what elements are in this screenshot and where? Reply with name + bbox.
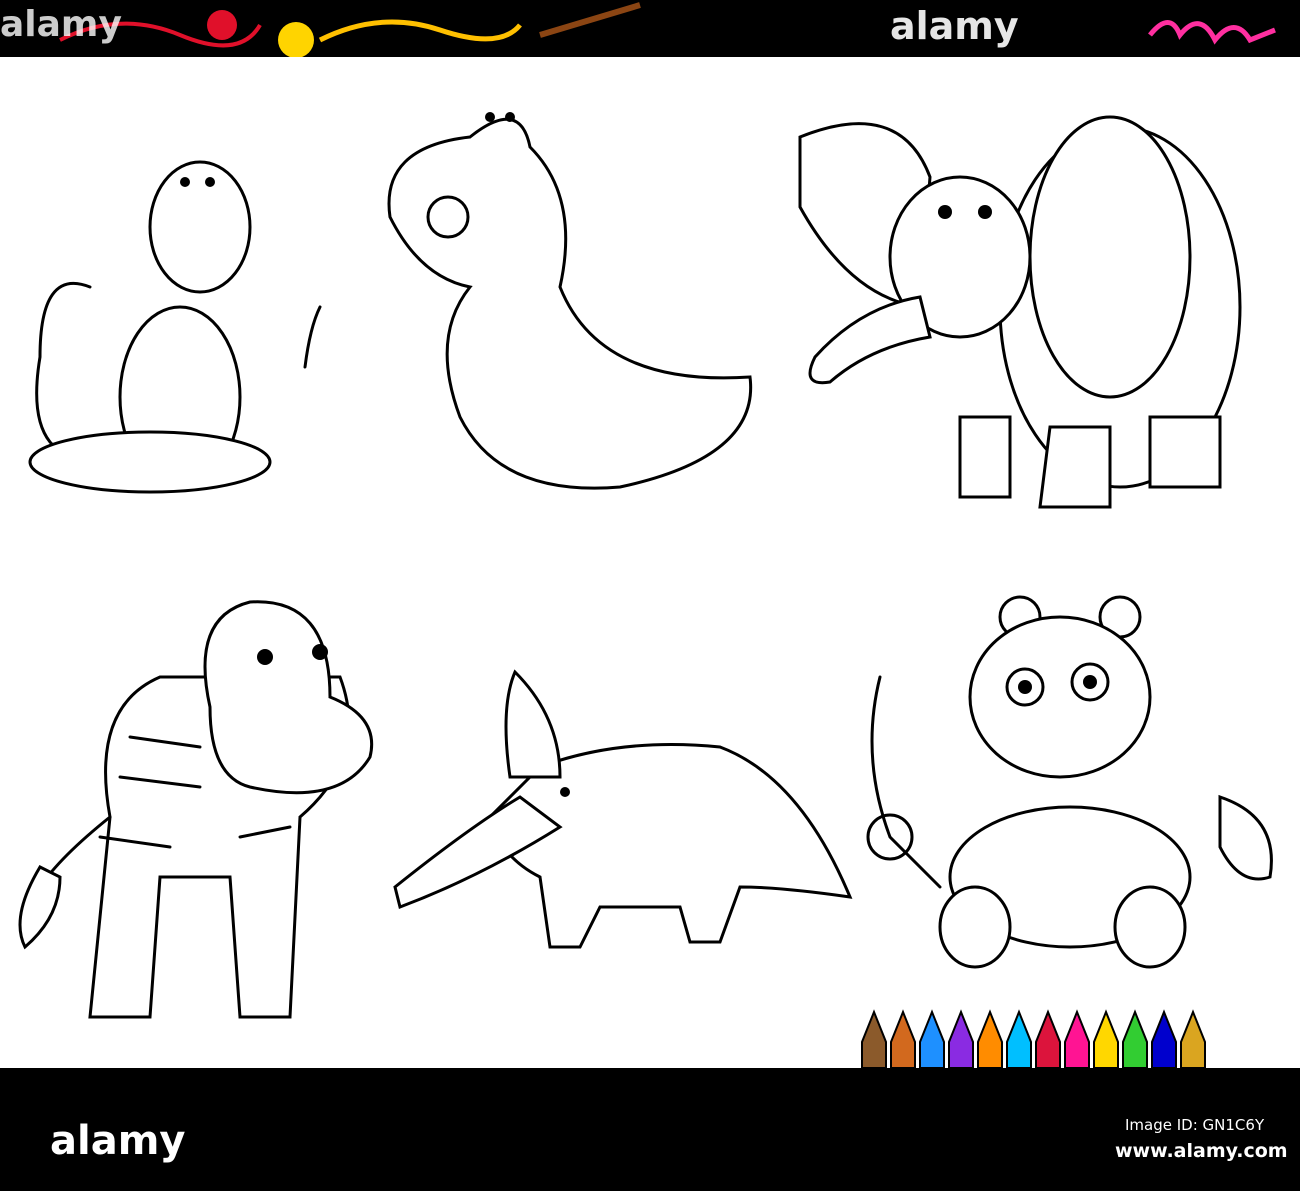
pencil <box>1180 1009 1206 1068</box>
pencil <box>1064 1009 1090 1068</box>
monkey-drawing <box>28 160 322 494</box>
footer-banner: alamy Image ID: GN1C6Y www.alamy.com <box>0 1068 1300 1191</box>
decoration-strip <box>59 2 1276 58</box>
pencil <box>861 1009 887 1068</box>
colored-pencils-drawing <box>861 1009 1206 1068</box>
coloring-illustration <box>18 112 1273 1068</box>
pencil <box>948 1009 974 1068</box>
bottom-logo: alamy <box>50 1118 186 1164</box>
top-banner: alamy alamy <box>0 0 1300 58</box>
sun-icon <box>278 22 314 58</box>
aardvark-drawing <box>393 669 853 949</box>
top-center-logo: alamy <box>890 4 1019 48</box>
pencil <box>890 1009 916 1068</box>
top-left-logo: alamy <box>0 4 122 45</box>
site-url: www.alamy.com <box>1115 1140 1288 1162</box>
paintbrush-icon <box>539 2 641 38</box>
pencil <box>1035 1009 1061 1068</box>
pencil <box>1006 1009 1032 1068</box>
pencil <box>1122 1009 1148 1068</box>
crocodile-drawing <box>387 112 753 490</box>
panda-drawing <box>866 595 1273 969</box>
pencil <box>1151 1009 1177 1068</box>
pencil <box>977 1009 1003 1068</box>
ladybug-icon <box>207 10 237 40</box>
pencil <box>1093 1009 1119 1068</box>
scribble-icon <box>1148 20 1276 45</box>
pencil <box>919 1009 945 1068</box>
zebra-drawing <box>18 600 374 1019</box>
elephant-drawing <box>798 115 1242 509</box>
image-id-label: Image ID: GN1C6Y <box>1125 1116 1265 1134</box>
